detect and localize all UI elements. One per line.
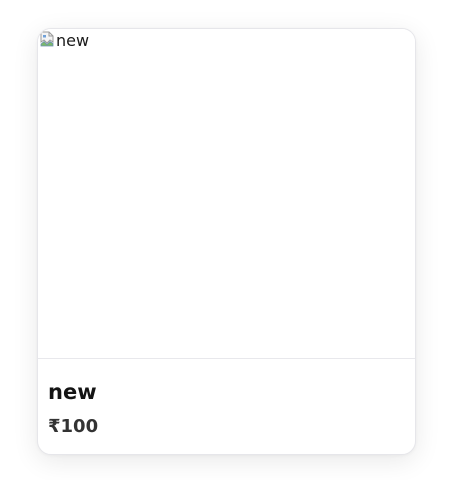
product-image[interactable]: new [38,29,415,359]
product-title[interactable]: new [48,380,405,404]
product-price: ₹100 [48,416,99,437]
product-info: new ₹100 [38,359,415,438]
product-card[interactable]: new new ₹100 [37,28,416,455]
broken-image: new [39,31,89,50]
broken-image-icon [40,31,54,47]
image-alt-text: new [56,31,90,50]
